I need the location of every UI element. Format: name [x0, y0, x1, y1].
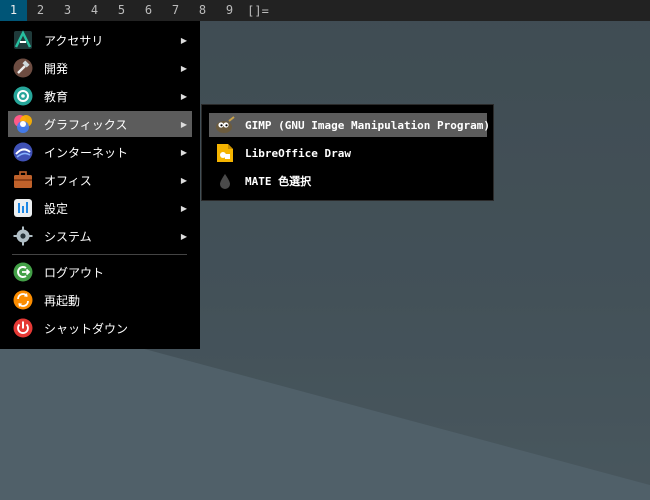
submenu-item-color-picker[interactable]: MATE 色選択	[209, 169, 487, 193]
menu-item-label: 開発	[44, 61, 69, 76]
menu-item-label: アクセサリ	[44, 33, 104, 48]
menu-item-education[interactable]: 教育 ▶	[8, 83, 192, 109]
workspace-4[interactable]: 4	[81, 0, 108, 21]
graphics-icon	[12, 113, 34, 135]
submenu-arrow-icon: ▶	[180, 231, 188, 241]
menu-item-settings[interactable]: 設定 ▶	[8, 195, 192, 221]
workspace-7[interactable]: 7	[162, 0, 189, 21]
submenu-arrow-icon: ▶	[180, 63, 188, 73]
workspace-2[interactable]: 2	[27, 0, 54, 21]
menu-item-internet[interactable]: インターネット ▶	[8, 139, 192, 165]
submenu-arrow-icon: ▶	[180, 91, 188, 101]
libreoffice-draw-icon	[215, 143, 235, 163]
menu-item-label: 教育	[44, 89, 69, 104]
menu-item-label: インターネット	[44, 145, 129, 160]
menu-item-system[interactable]: システム ▶	[8, 223, 192, 249]
layout-indicator[interactable]: []=	[243, 4, 273, 18]
gimp-icon	[215, 115, 235, 135]
restart-icon	[12, 289, 34, 311]
menu-item-label: 設定	[44, 201, 69, 216]
submenu-arrow-icon: ▶	[180, 119, 188, 129]
menu-item-restart[interactable]: 再起動	[8, 287, 192, 313]
menu-item-label: 再起動	[44, 293, 81, 308]
shutdown-icon	[12, 317, 34, 339]
menu-item-graphics[interactable]: グラフィックス ▶	[8, 111, 192, 137]
graphics-submenu: GIMP (GNU Image Manipulation Program) Li…	[201, 104, 494, 201]
education-icon	[12, 85, 34, 107]
submenu-arrow-icon: ▶	[180, 175, 188, 185]
workspace-6[interactable]: 6	[135, 0, 162, 21]
submenu-arrow-icon: ▶	[180, 147, 188, 157]
logout-icon	[12, 261, 34, 283]
top-bar: 1 2 3 4 5 6 7 8 9 []=	[0, 0, 650, 21]
menu-item-label: シャットダウン	[44, 321, 129, 336]
menu-item-office[interactable]: オフィス ▶	[8, 167, 192, 193]
submenu-arrow-icon: ▶	[180, 35, 188, 45]
submenu-item-libreoffice-draw[interactable]: LibreOffice Draw	[209, 141, 487, 165]
workspace-1[interactable]: 1	[0, 0, 27, 21]
submenu-arrow-icon: ▶	[180, 203, 188, 213]
workspace-8[interactable]: 8	[189, 0, 216, 21]
workspace-5[interactable]: 5	[108, 0, 135, 21]
menu-item-accessories[interactable]: アクセサリ ▶	[8, 27, 192, 53]
menu-item-development[interactable]: 開発 ▶	[8, 55, 192, 81]
accessories-icon	[12, 29, 34, 51]
menu-item-label: オフィス	[44, 173, 92, 188]
menu-item-shutdown[interactable]: シャットダウン	[8, 315, 192, 341]
workspace-9[interactable]: 9	[216, 0, 243, 21]
menu-item-label: システム	[44, 229, 92, 244]
menu-item-label: グラフィックス	[44, 117, 128, 132]
workspace-3[interactable]: 3	[54, 0, 81, 21]
settings-icon	[12, 197, 34, 219]
application-menu: アクセサリ ▶ 開発 ▶ 教育 ▶ グラフィックス ▶ インターネット ▶ オフ…	[0, 21, 200, 349]
submenu-item-label: GIMP (GNU Image Manipulation Program)	[245, 118, 491, 132]
menu-item-label: ログアウト	[44, 265, 105, 280]
system-icon	[12, 225, 34, 247]
submenu-item-gimp[interactable]: GIMP (GNU Image Manipulation Program)	[209, 113, 491, 137]
submenu-item-label: LibreOffice Draw	[245, 146, 351, 160]
office-icon	[12, 169, 34, 191]
menu-item-logout[interactable]: ログアウト	[8, 259, 192, 285]
internet-icon	[12, 141, 34, 163]
submenu-item-label: MATE 色選択	[245, 175, 312, 188]
development-icon	[12, 57, 34, 79]
color-picker-icon	[215, 171, 235, 191]
menu-separator	[12, 254, 187, 255]
